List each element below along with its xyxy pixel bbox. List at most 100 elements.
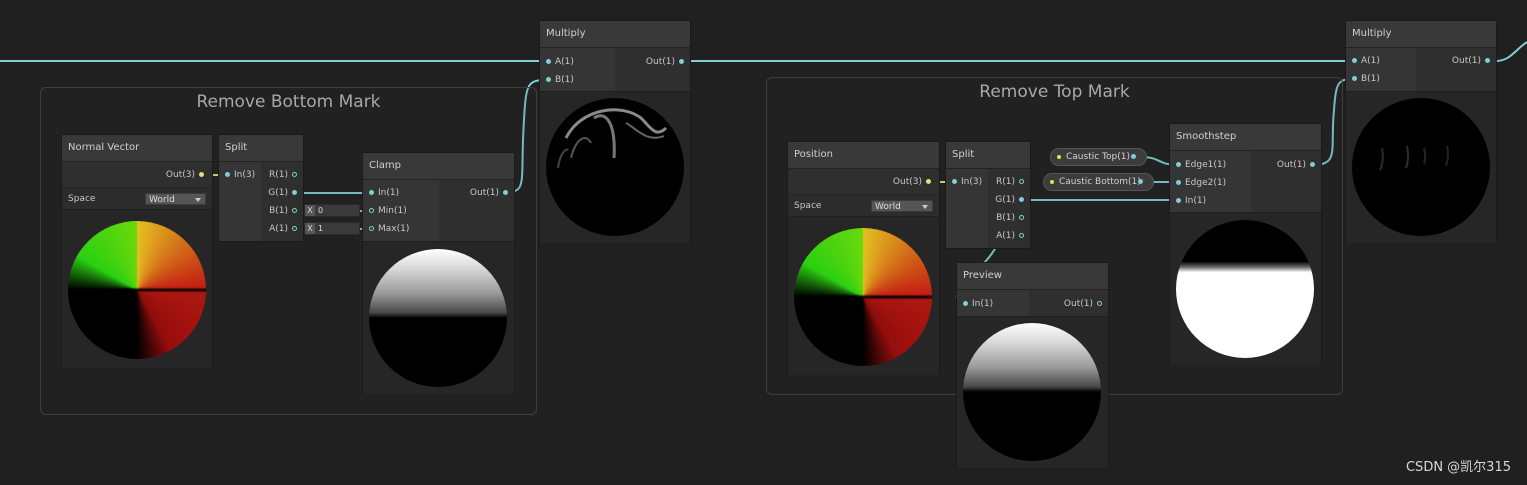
group-title: Remove Bottom Mark <box>196 92 381 112</box>
preview-sphere <box>1352 98 1490 236</box>
property-caustic-top[interactable]: Caustic Top(1) <box>1050 148 1147 166</box>
port-label: A(1) <box>996 231 1015 241</box>
port-dot-icon[interactable] <box>292 172 297 177</box>
output-port-a[interactable]: A(1) <box>269 223 301 235</box>
node-preview <box>540 91 690 243</box>
space-dropdown[interactable]: World <box>871 200 933 212</box>
node-clamp[interactable]: Clamp In(1) Min(1) Max(1) Out(1) <box>363 153 514 394</box>
output-port-b[interactable]: B(1) <box>996 212 1028 224</box>
node-normal-vector[interactable]: Normal Vector Out(3) Space World <box>62 135 212 368</box>
port-dot-icon[interactable] <box>1131 154 1136 159</box>
input-port[interactable]: In(1) <box>959 298 993 310</box>
field-value[interactable]: 1 <box>315 224 323 233</box>
port-dot-icon[interactable] <box>679 59 684 64</box>
port-dot-icon[interactable] <box>1485 58 1490 63</box>
port-dot-icon[interactable] <box>1176 180 1181 185</box>
port-dot-icon[interactable] <box>1176 162 1181 167</box>
output-port-b[interactable]: B(1) <box>269 205 301 217</box>
port-label: Out(1) <box>645 57 675 67</box>
node-title: Split <box>219 135 303 162</box>
port-label: Edge1(1) <box>1185 160 1227 170</box>
input-port-edge1[interactable]: Edge1(1) <box>1172 159 1226 171</box>
output-port[interactable]: Out(3) <box>893 176 935 188</box>
port-dot-icon[interactable] <box>1176 198 1181 203</box>
port-dot-icon[interactable] <box>369 208 374 213</box>
clamp-max-field[interactable]: X1 <box>304 222 360 235</box>
watermark-text: CSDN @凯尔315 <box>1405 460 1511 475</box>
node-title: Normal Vector <box>62 135 212 162</box>
node-split-2[interactable]: Split In(3) R(1) G(1) B(1) A(1) <box>946 142 1030 248</box>
port-dot-icon[interactable] <box>1138 179 1143 184</box>
node-title: Split <box>946 142 1030 169</box>
property-caustic-bottom[interactable]: Caustic Bottom(1) <box>1043 173 1154 191</box>
field-value[interactable]: 0 <box>315 206 323 215</box>
port-dot-icon[interactable] <box>1019 215 1024 220</box>
node-preview-node[interactable]: Preview In(1) Out(1) <box>957 263 1108 468</box>
clamp-min-field[interactable]: X0 <box>304 204 360 217</box>
port-dot-icon[interactable] <box>963 301 968 306</box>
input-port-in[interactable]: In(1) <box>1172 195 1206 207</box>
node-smoothstep[interactable]: Smoothstep Edge1(1) Edge2(1) In(1) Out(1… <box>1170 124 1321 365</box>
node-preview <box>957 316 1108 468</box>
chevron-down-icon <box>922 205 928 209</box>
space-dropdown[interactable]: World <box>145 193 206 205</box>
space-label: Space <box>68 194 96 204</box>
port-dot-icon[interactable] <box>1097 301 1102 306</box>
port-dot-icon[interactable] <box>1019 233 1024 238</box>
node-position[interactable]: Position Out(3) Space World <box>788 142 939 375</box>
caustic-pattern <box>1379 145 1450 171</box>
chevron-down-icon <box>195 198 201 202</box>
input-port-a[interactable]: A(1) <box>542 56 574 68</box>
input-port-min[interactable]: Min(1) <box>365 205 407 217</box>
input-port-edge2[interactable]: Edge2(1) <box>1172 177 1226 189</box>
output-port[interactable]: Out(1) <box>470 187 512 199</box>
port-dot-icon[interactable] <box>1352 76 1357 81</box>
output-port-g[interactable]: G(1) <box>995 194 1028 206</box>
port-dot-icon[interactable] <box>369 226 374 231</box>
port-dot-icon[interactable] <box>292 190 297 195</box>
port-dot-icon[interactable] <box>1310 162 1315 167</box>
output-port[interactable]: Out(1) <box>1277 159 1319 171</box>
node-split-1[interactable]: Split In(3) R(1) G(1) B(1) A(1) <box>219 135 303 241</box>
port-dot-icon[interactable] <box>926 179 931 184</box>
output-port[interactable]: Out(1) <box>1064 298 1106 310</box>
output-port[interactable]: Out(1) <box>1452 55 1494 67</box>
port-dot-icon[interactable] <box>292 208 297 213</box>
port-dot-icon[interactable] <box>292 226 297 231</box>
output-port-g[interactable]: G(1) <box>268 187 301 199</box>
port-dot-icon[interactable] <box>546 77 551 82</box>
input-port-b[interactable]: B(1) <box>542 74 574 86</box>
node-title: Smoothstep <box>1170 124 1321 151</box>
port-dot-icon[interactable] <box>1019 179 1024 184</box>
input-port[interactable]: In(3) <box>948 176 982 188</box>
port-label: Out(1) <box>1063 299 1093 309</box>
input-port-max[interactable]: Max(1) <box>365 223 409 235</box>
input-port-a[interactable]: A(1) <box>1348 55 1380 67</box>
dropdown-value: World <box>875 202 901 212</box>
port-dot-icon[interactable] <box>503 190 508 195</box>
port-dot-icon[interactable] <box>1019 197 1024 202</box>
node-preview <box>1346 91 1496 243</box>
port-dot-icon[interactable] <box>199 172 204 177</box>
node-preview <box>363 241 514 394</box>
output-port-r[interactable]: R(1) <box>996 176 1028 188</box>
input-port-in[interactable]: In(1) <box>365 187 399 199</box>
input-port-b[interactable]: B(1) <box>1348 73 1380 85</box>
output-port[interactable]: Out(3) <box>166 169 208 181</box>
port-dot-icon[interactable] <box>225 172 230 177</box>
node-multiply-1[interactable]: Multiply A(1) B(1) Out(1) <box>540 21 690 243</box>
port-dot-icon[interactable] <box>369 190 374 195</box>
dropdown-value: World <box>149 195 175 205</box>
output-port-a[interactable]: A(1) <box>996 230 1028 242</box>
node-multiply-2[interactable]: Multiply A(1) B(1) Out(1) <box>1346 21 1496 243</box>
port-label: Max(1) <box>378 224 410 234</box>
port-dot-icon[interactable] <box>1352 58 1357 63</box>
port-label: In(1) <box>1185 196 1207 206</box>
port-dot-icon[interactable] <box>952 179 957 184</box>
output-port[interactable]: Out(1) <box>646 56 688 68</box>
sphere-shade <box>794 228 932 366</box>
output-port-r[interactable]: R(1) <box>269 169 301 181</box>
port-dot-icon[interactable] <box>546 59 551 64</box>
input-port[interactable]: In(3) <box>221 169 255 181</box>
property-dot-icon <box>1057 155 1061 159</box>
